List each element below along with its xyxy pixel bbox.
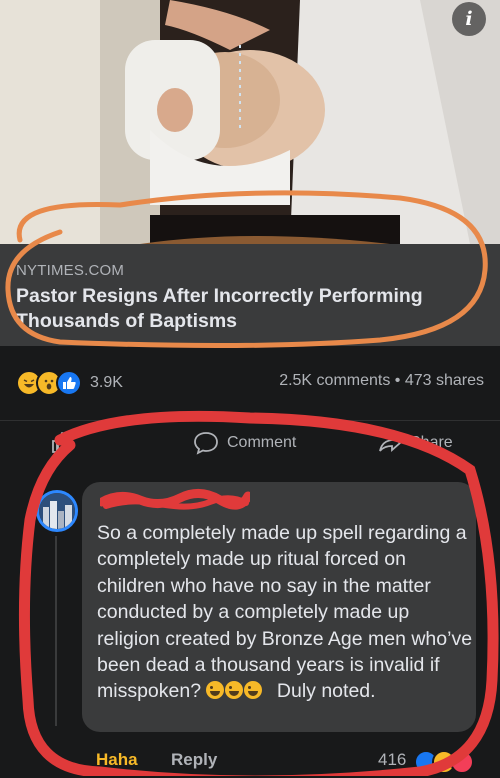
haha-reaction-button[interactable]: Haha — [96, 750, 138, 770]
comment: So a completely made up spell regarding … — [0, 478, 500, 778]
like-button[interactable] — [50, 431, 82, 455]
laughing-emoji-icon — [206, 681, 225, 700]
post-actions: Comment Share — [0, 420, 500, 467]
comment-icon — [194, 432, 218, 455]
reply-button[interactable]: Reply — [171, 750, 217, 770]
comment-text: So a completely made up spell regarding … — [97, 520, 477, 705]
laughing-emoji-icon — [244, 681, 263, 700]
share-label: Share — [410, 434, 453, 451]
reaction-summary[interactable]: 3.9K — [16, 370, 123, 396]
comment-body: So a completely made up spell regarding … — [97, 522, 473, 703]
thread-line — [55, 536, 57, 726]
comment-button[interactable]: Comment — [193, 431, 296, 455]
link-headline[interactable]: Pastor Resigns After Incorrectly Perform… — [16, 284, 486, 334]
love-reaction-icon — [450, 750, 474, 774]
laughing-emoji-icon — [225, 681, 244, 700]
comment-actions: Haha Reply 416 — [0, 750, 500, 776]
info-button[interactable]: i — [452, 2, 486, 36]
redacted-author-name — [97, 488, 253, 519]
comment-tail: Duly noted. — [276, 680, 376, 703]
commenter-avatar[interactable] — [36, 490, 78, 532]
like-reaction-icon — [56, 370, 82, 396]
link-domain: NYTIMES.COM — [16, 262, 125, 279]
comments-shares-count[interactable]: 2.5K comments • 473 shares — [279, 372, 484, 390]
comment-reaction-count[interactable]: 416 — [378, 750, 406, 770]
share-icon — [379, 434, 402, 452]
thumbs-up-icon — [52, 432, 73, 453]
post-stats: 3.9K 2.5K comments • 473 shares — [0, 364, 500, 400]
article-photo[interactable] — [0, 0, 500, 244]
comment-label: Comment — [227, 434, 297, 451]
share-button[interactable]: Share — [378, 431, 453, 455]
reaction-count[interactable]: 3.9K — [90, 374, 123, 392]
